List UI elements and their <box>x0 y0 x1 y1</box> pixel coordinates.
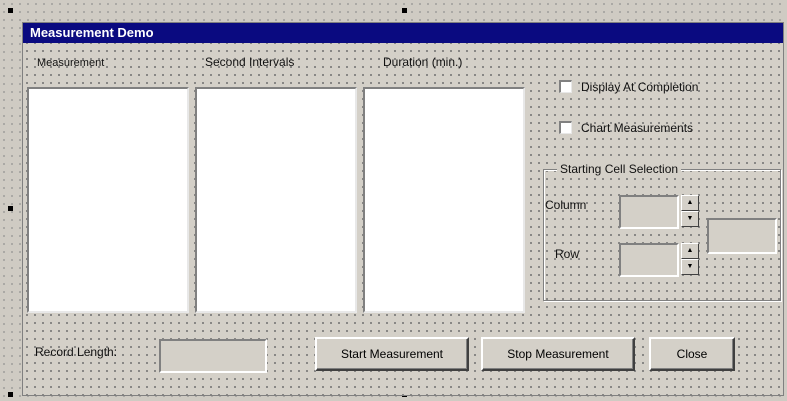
designer-canvas: Measurement Demo Measurement Second Inte… <box>0 0 787 401</box>
resize-handle-top-left[interactable] <box>8 8 13 13</box>
row-label: Row <box>555 247 580 261</box>
measurement-header: Measurement <box>37 57 105 69</box>
resize-handle-left[interactable] <box>8 206 13 211</box>
column-spin-down-icon[interactable]: ▼ <box>681 211 699 227</box>
row-spinner[interactable]: ▲ ▼ <box>681 243 699 275</box>
close-button[interactable]: Close <box>649 337 735 371</box>
duration-listbox[interactable] <box>363 87 525 313</box>
resize-handle-bottom-left[interactable] <box>8 392 13 397</box>
stop-measurement-button[interactable]: Stop Measurement <box>481 337 635 371</box>
chart-measurements-checkbox[interactable] <box>559 121 572 134</box>
row-spin-up-icon[interactable]: ▲ <box>681 243 699 259</box>
userform-measurement-demo: Measurement Demo Measurement Second Inte… <box>22 22 784 396</box>
form-title: Measurement Demo <box>23 23 783 43</box>
column-spin-up-icon[interactable]: ▲ <box>681 195 699 211</box>
starting-cell-frame-label: Starting Cell Selection <box>557 162 682 176</box>
resize-handle-top[interactable] <box>402 8 407 13</box>
row-textbox[interactable] <box>619 243 679 277</box>
display-at-completion-label[interactable]: Display At Completion <box>581 80 698 94</box>
column-label: Column <box>545 198 587 212</box>
duration-header: Duration (min.) <box>383 55 463 69</box>
row-spin-down-icon[interactable]: ▼ <box>681 259 699 275</box>
start-measurement-button[interactable]: Start Measurement <box>315 337 469 371</box>
second-intervals-header: Second Intervals <box>205 55 295 69</box>
column-textbox[interactable] <box>619 195 679 229</box>
record-length-label: Record Length: <box>35 345 118 359</box>
measurement-listbox[interactable] <box>27 87 189 313</box>
record-length-textbox[interactable] <box>159 339 267 373</box>
display-at-completion-checkbox[interactable] <box>559 80 572 93</box>
cell-address-textbox[interactable] <box>707 218 777 254</box>
chart-measurements-label[interactable]: Chart Measurements <box>581 121 693 135</box>
second-intervals-listbox[interactable] <box>195 87 357 313</box>
column-spinner[interactable]: ▲ ▼ <box>681 195 699 227</box>
